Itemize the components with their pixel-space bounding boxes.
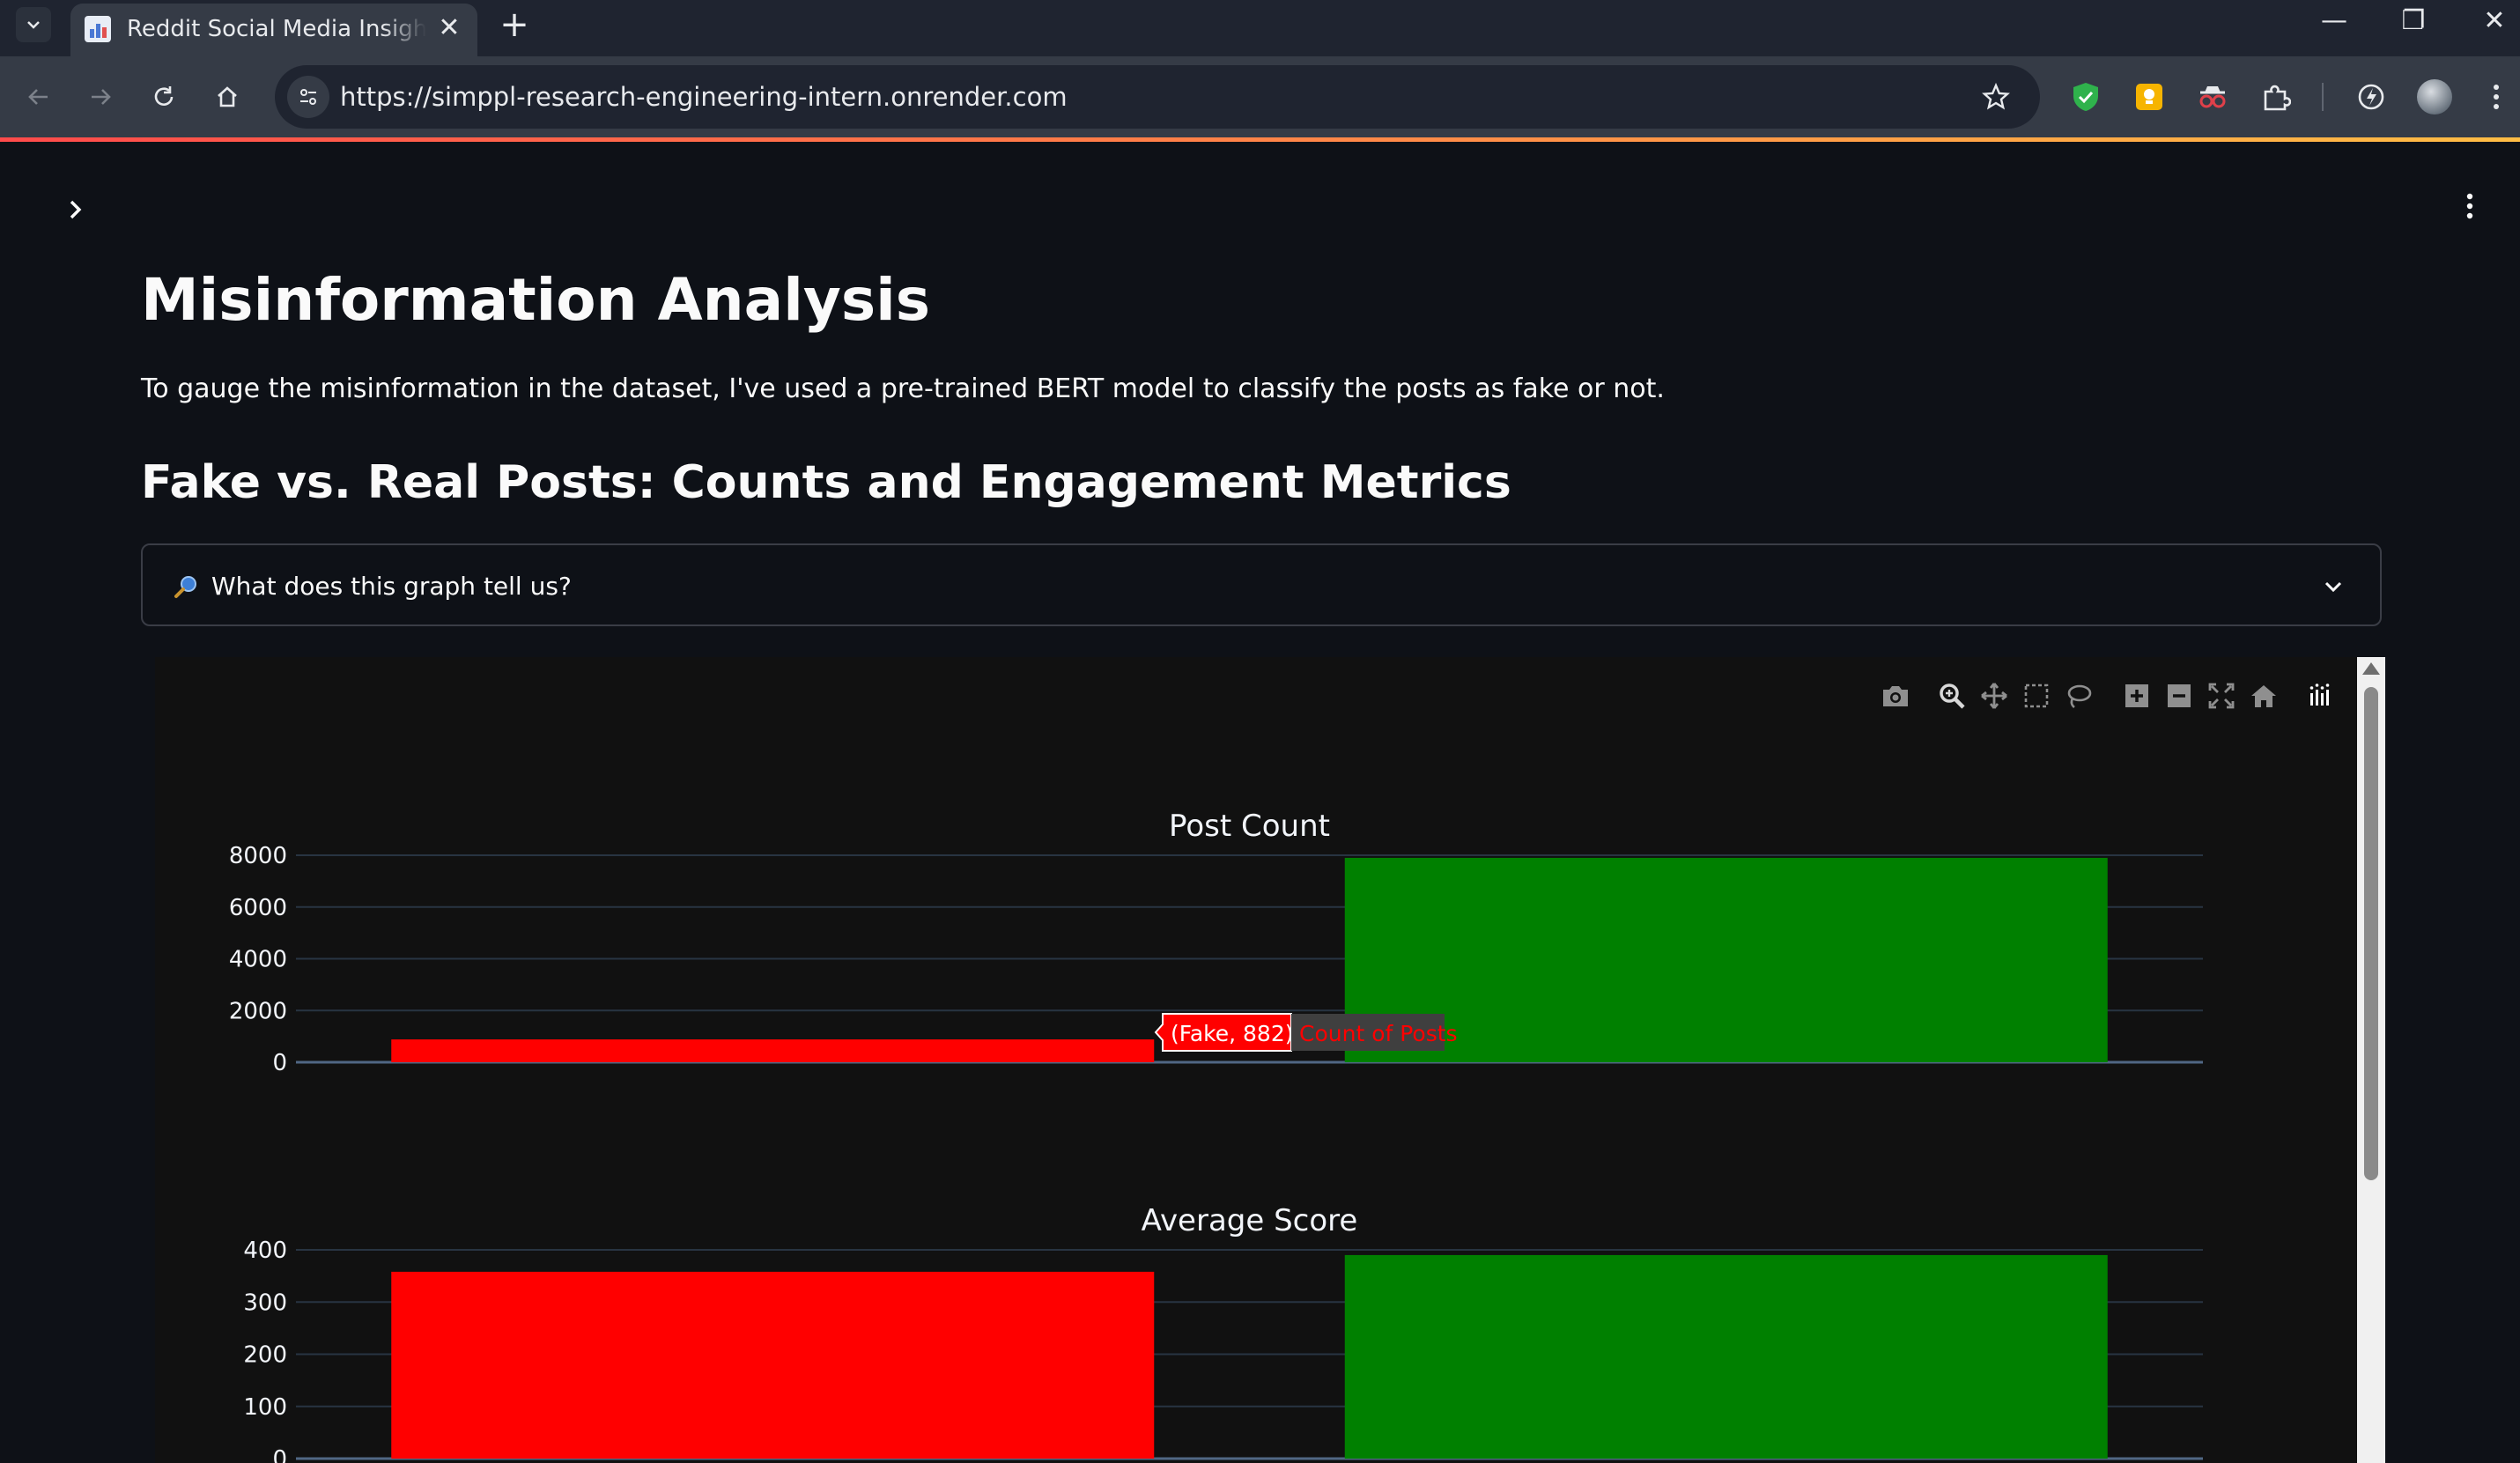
sidebar-expand-button[interactable] bbox=[58, 192, 93, 227]
chart-title: Post Count bbox=[1169, 809, 1330, 844]
performance-icon[interactable] bbox=[2352, 78, 2391, 116]
notes-extension-icon[interactable] bbox=[2130, 78, 2169, 116]
new-tab-button[interactable]: + bbox=[495, 5, 534, 44]
forward-button[interactable] bbox=[79, 76, 122, 118]
y-tick-label: 100 bbox=[243, 1394, 287, 1421]
chevron-right-icon bbox=[70, 200, 82, 219]
arrow-right-icon bbox=[92, 89, 111, 105]
app-main-menu-button[interactable] bbox=[2452, 185, 2487, 227]
plotly-logo-icon[interactable] bbox=[2301, 676, 2339, 715]
app-header-decoration bbox=[0, 137, 2520, 142]
profile-avatar[interactable] bbox=[2415, 78, 2454, 116]
minimize-window-button[interactable]: — bbox=[2308, 4, 2361, 39]
y-tick-label: 200 bbox=[243, 1342, 287, 1369]
home-button[interactable] bbox=[206, 76, 248, 118]
browser-menu-icon[interactable] bbox=[2477, 78, 2516, 116]
bar-fake bbox=[391, 1271, 1155, 1459]
dashboard-favicon-icon bbox=[85, 16, 111, 42]
chart-title: Average Score bbox=[1142, 1203, 1358, 1238]
tab-close-icon[interactable]: ✕ bbox=[433, 12, 465, 44]
hover-tooltip: (Fake, 882) Count of Posts bbox=[1154, 1013, 1458, 1052]
arrow-left-icon bbox=[28, 89, 48, 105]
pan-icon[interactable] bbox=[1975, 676, 2014, 715]
address-bar[interactable]: https://simppl-research-engineering-inte… bbox=[275, 65, 2040, 129]
expander-label: What does this graph tell us? bbox=[211, 572, 572, 601]
plotly-chart-container: Post Count 0 2000 4000 6000 8000 Average Scor… bbox=[155, 657, 2357, 1463]
url-text: https://simppl-research-engineering-inte… bbox=[340, 82, 1068, 112]
restore-window-button[interactable]: ❐ bbox=[2387, 4, 2440, 39]
zoom-in-icon[interactable] bbox=[2117, 676, 2156, 715]
tooltip-series: Count of Posts bbox=[1299, 1021, 1458, 1046]
shield-extension-icon[interactable] bbox=[2066, 78, 2105, 116]
chevron-down-icon bbox=[2324, 581, 2342, 593]
close-window-button[interactable]: ✕ bbox=[2468, 4, 2520, 39]
y-tick-label: 6000 bbox=[229, 895, 287, 921]
camera-icon[interactable] bbox=[1876, 676, 1915, 715]
plot-scrollbar[interactable] bbox=[2357, 657, 2385, 1463]
tooltip-label: (Fake, 882) bbox=[1171, 1021, 1294, 1046]
tab-search-button[interactable] bbox=[16, 7, 51, 42]
intro-text: To gauge the misinformation in the datas… bbox=[141, 373, 1665, 404]
bar-real bbox=[1344, 1254, 2108, 1459]
bar-charts-svg[interactable]: Post Count02000400060008000 Average Scor… bbox=[155, 657, 2357, 1463]
zoom-icon[interactable] bbox=[1932, 676, 1971, 715]
spy-extension-icon[interactable] bbox=[2193, 78, 2232, 116]
tab-title: Reddit Social Media Insights Dashboard bbox=[127, 16, 426, 42]
browser-tab[interactable]: Reddit Social Media Insights Dashboard ✕ bbox=[70, 4, 477, 56]
lasso-select-icon[interactable] bbox=[2059, 676, 2098, 715]
magnifying-glass-icon bbox=[174, 576, 196, 598]
scroll-up-arrow-icon[interactable] bbox=[2362, 662, 2380, 675]
y-tick-label: 0 bbox=[272, 1050, 287, 1076]
average-score-subplot: Average Score 0 100 200 300 400 bbox=[243, 1203, 2203, 1463]
kebab-menu-icon bbox=[2466, 193, 2473, 219]
graph-explanation-expander[interactable]: What does this graph tell us? bbox=[141, 543, 2382, 626]
browser-tab-strip: Reddit Social Media Insights Dashboard ✕… bbox=[0, 0, 2520, 56]
site-info-icon[interactable] bbox=[287, 76, 329, 118]
browser-toolbar: https://simppl-research-engineering-inte… bbox=[0, 56, 2520, 137]
y-tick-label: 2000 bbox=[229, 998, 287, 1024]
reload-button[interactable] bbox=[143, 76, 185, 118]
reload-icon bbox=[154, 86, 174, 106]
reset-axes-icon[interactable] bbox=[2244, 676, 2283, 715]
puzzle-extensions-icon[interactable] bbox=[2257, 78, 2295, 116]
y-tick-label: 400 bbox=[243, 1238, 287, 1264]
box-select-icon[interactable] bbox=[2017, 676, 2056, 715]
toolbar-divider bbox=[2322, 83, 2324, 111]
page-title: Misinformation Analysis bbox=[141, 266, 931, 334]
autoscale-icon[interactable] bbox=[2202, 676, 2241, 715]
bar-fake bbox=[391, 1039, 1155, 1062]
y-tick-label: 8000 bbox=[229, 843, 287, 869]
y-tick-label: 0 bbox=[272, 1446, 287, 1463]
bar-real bbox=[1344, 857, 2108, 1062]
y-tick-label: 4000 bbox=[229, 947, 287, 973]
back-button[interactable] bbox=[18, 76, 60, 118]
zoom-out-icon[interactable] bbox=[2160, 676, 2199, 715]
bookmark-star-icon[interactable] bbox=[1977, 78, 2015, 116]
y-tick-label: 300 bbox=[243, 1289, 287, 1316]
scroll-thumb[interactable] bbox=[2364, 687, 2378, 1180]
home-icon bbox=[218, 86, 237, 107]
chevron-down-icon bbox=[27, 21, 40, 29]
section-title: Fake vs. Real Posts: Counts and Engageme… bbox=[141, 456, 1511, 509]
